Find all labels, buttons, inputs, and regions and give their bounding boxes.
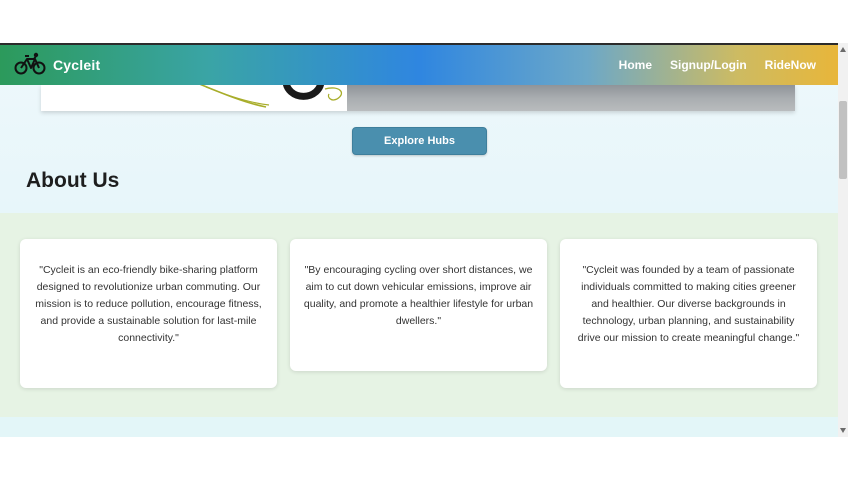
scroll-down-arrow-icon[interactable] [840,428,846,433]
scrollbar-thumb[interactable] [839,101,847,179]
about-card: "Cycleit is an eco-friendly bike-sharing… [20,239,277,388]
brand[interactable]: Cycleit [14,50,100,81]
nav-ridenow[interactable]: RideNow [765,58,816,72]
hero-illustration [41,85,347,111]
nav-home[interactable]: Home [619,58,652,72]
browser-top-area [0,0,848,43]
hero-photo [347,85,795,111]
explore-hubs-button[interactable]: Explore Hubs [352,127,487,155]
navbar: Cycleit Home Signup/Login RideNow [0,45,838,85]
nav-signup-login[interactable]: Signup/Login [670,58,747,72]
nav-links: Home Signup/Login RideNow [601,58,816,72]
about-us-section: "Cycleit is an eco-friendly bike-sharing… [0,213,838,417]
about-card: "Cycleit was founded by a team of passio… [560,239,817,388]
about-us-heading: About Us [26,169,120,192]
scroll-up-arrow-icon[interactable] [840,47,846,52]
bicycle-icon [14,50,46,81]
page-viewport: Cycleit Home Signup/Login RideNow Explor… [0,43,838,439]
hero-image-strip [41,85,795,111]
vertical-scrollbar[interactable] [838,43,848,437]
browser-bottom-area [0,437,848,480]
brand-name: Cycleit [53,57,101,73]
about-card: "By encouraging cycling over short dista… [290,239,547,371]
